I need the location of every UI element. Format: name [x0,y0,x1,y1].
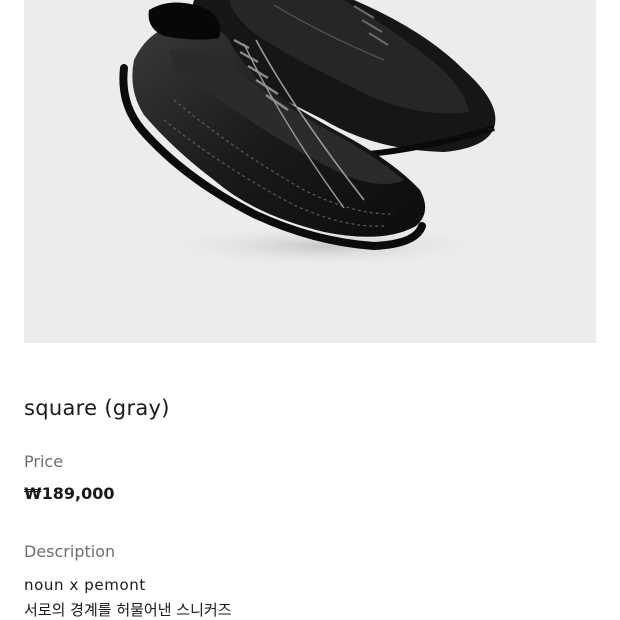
description-line: noun x pemont [24,576,146,594]
description-label: Description [24,542,116,561]
price-label: Price [24,452,64,471]
price-value: ₩189,000 [24,484,115,503]
description-line: 서로의 경계를 허물어낸 스니커즈 [24,601,232,619]
sneaker-photo [119,0,496,268]
product-image[interactable] [24,0,596,343]
product-title: square (gray) [24,396,170,420]
